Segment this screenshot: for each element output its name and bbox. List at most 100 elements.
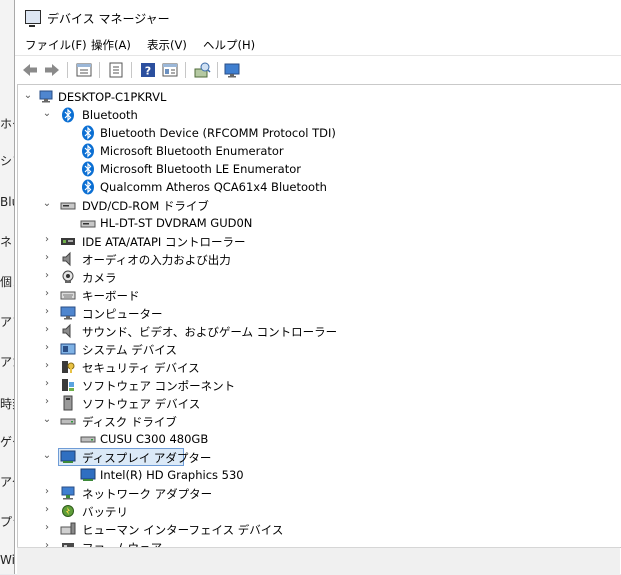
chevron-right-icon[interactable]: ›: [42, 325, 52, 335]
computer-icon: [60, 306, 76, 320]
camera-icon: [62, 270, 74, 283]
tree-node[interactable]: › バッテリ: [18, 502, 618, 520]
chevron-right-icon[interactable]: ›: [42, 343, 52, 353]
window-title: デバイス マネージャー: [47, 12, 170, 26]
scan-hardware-icon[interactable]: [193, 61, 211, 79]
tree-root-label: DESKTOP-C1PKRVL: [58, 90, 167, 104]
tree-node[interactable]: › キーボード: [18, 286, 618, 304]
chevron-down-icon[interactable]: ⌄: [42, 199, 52, 209]
monitor-icon[interactable]: [223, 61, 241, 79]
tree-leaf[interactable]: Microsoft Bluetooth LE Enumerator: [18, 160, 618, 178]
dvd-drive-icon: [80, 220, 96, 228]
tree-leaf-label: Qualcomm Atheros QCA61x4 Bluetooth: [100, 180, 327, 194]
tree-node-label: ヒューマン インターフェイス デバイス: [82, 523, 284, 537]
tree-leaf-label: Bluetooth Device (RFCOMM Protocol TDI): [100, 126, 336, 140]
update-driver-icon[interactable]: [107, 61, 125, 79]
menu-help[interactable]: ヘルプ(H): [203, 37, 255, 53]
tree-node[interactable]: › ソフトウェア コンポーネント: [18, 376, 618, 394]
tree-node[interactable]: › セキュリティ デバイス: [18, 358, 618, 376]
security-device-icon: [62, 361, 75, 373]
toolbar-separator: [217, 62, 218, 78]
tree-leaf[interactable]: Qualcomm Atheros QCA61x4 Bluetooth: [18, 178, 618, 196]
tree-node-selected[interactable]: ⌄ ディスプレイ アダプター: [18, 448, 618, 466]
title-bar[interactable]: デバイス マネージャー: [15, 0, 621, 34]
tree-node-label: ディスク ドライブ: [82, 415, 177, 429]
tree-node[interactable]: › IDE ATA/ATAPI コントローラー: [18, 232, 618, 250]
tree-node-label: DVD/CD-ROM ドライブ: [82, 199, 209, 213]
speaker-icon: [62, 251, 71, 267]
tree-node[interactable]: ⌄ DVD/CD-ROM ドライブ: [18, 196, 618, 214]
tree-leaf[interactable]: Intel(R) HD Graphics 530: [18, 466, 618, 484]
chevron-right-icon[interactable]: ›: [42, 271, 52, 281]
tree-node-label: キーボード: [82, 289, 140, 303]
tree-node[interactable]: › ネットワーク アダプター: [18, 484, 618, 502]
chevron-down-icon[interactable]: ⌄: [23, 91, 33, 101]
help-icon[interactable]: ?: [139, 61, 157, 79]
bluetooth-icon: [82, 161, 94, 177]
properties-icon[interactable]: [75, 61, 93, 79]
software-device-icon: [63, 395, 73, 411]
chevron-right-icon[interactable]: ›: [42, 379, 52, 389]
back-arrow-icon[interactable]: [21, 61, 39, 79]
ide-controller-icon: [61, 238, 75, 245]
chevron-right-icon[interactable]: ›: [42, 523, 52, 533]
tree-leaf[interactable]: Bluetooth Device (RFCOMM Protocol TDI): [18, 124, 618, 142]
tree-node[interactable]: › ヒューマン インターフェイス デバイス: [18, 520, 618, 538]
tree-node[interactable]: ⌄ Bluetooth: [18, 106, 618, 124]
bg-label: Wi: [0, 553, 15, 567]
chevron-down-icon[interactable]: ⌄: [42, 451, 52, 461]
toolbar: ?: [15, 55, 621, 84]
bluetooth-icon: [82, 179, 94, 195]
tree-node-label: サウンド、ビデオ、およびゲーム コントローラー: [82, 325, 338, 339]
display-adapter-icon: [60, 450, 76, 463]
chevron-right-icon[interactable]: ›: [42, 361, 52, 371]
bluetooth-icon: [62, 107, 74, 123]
chevron-right-icon[interactable]: ›: [42, 487, 52, 497]
tree-root[interactable]: ⌄ DESKTOP-C1PKRVL: [18, 88, 618, 106]
display-adapter-icon: [80, 468, 96, 481]
chevron-right-icon[interactable]: ›: [42, 397, 52, 407]
software-component-icon: [62, 379, 74, 391]
tree-node-label: カメラ: [82, 271, 117, 285]
tree-node[interactable]: › ソフトウェア デバイス: [18, 394, 618, 412]
chevron-down-icon[interactable]: ⌄: [42, 109, 52, 119]
tree-node-label: IDE ATA/ATAPI コントローラー: [82, 235, 246, 249]
horizontal-scrollbar[interactable]: [17, 547, 620, 575]
tree-node[interactable]: › サウンド、ビデオ、およびゲーム コントローラー: [18, 322, 618, 340]
tree-node-label: Bluetooth: [82, 108, 138, 122]
toolbar-separator: [131, 62, 132, 78]
tree-node[interactable]: › コンピューター: [18, 304, 618, 322]
view-icon[interactable]: [161, 61, 179, 79]
toolbar-separator: [67, 62, 68, 78]
tree-node-label: ネットワーク アダプター: [82, 487, 213, 501]
chevron-right-icon[interactable]: ›: [42, 253, 52, 263]
device-tree[interactable]: ⌄ DESKTOP-C1PKRVL ⌄ Bluetooth Bluetooth …: [17, 84, 621, 548]
tree-leaf-label: Microsoft Bluetooth Enumerator: [100, 144, 284, 158]
tree-leaf[interactable]: Microsoft Bluetooth Enumerator: [18, 142, 618, 160]
dvd-drive-icon: [60, 202, 76, 210]
tree-leaf[interactable]: CUSU C300 480GB: [18, 430, 618, 448]
chevron-down-icon[interactable]: ⌄: [42, 415, 52, 425]
tree-node-label: バッテリ: [82, 505, 128, 519]
chevron-right-icon[interactable]: ›: [42, 505, 52, 515]
menu-bar: ファイル(F) 操作(A) 表示(V) ヘルプ(H): [15, 34, 621, 54]
chevron-right-icon[interactable]: ›: [42, 289, 52, 299]
tree-leaf[interactable]: HL-DT-ST DVDRAM GUD0N: [18, 214, 618, 232]
forward-arrow-icon[interactable]: [43, 61, 61, 79]
chevron-right-icon[interactable]: ›: [42, 307, 52, 317]
tree-node-label: ソフトウェア コンポーネント: [82, 379, 236, 393]
tree-leaf-label: HL-DT-ST DVDRAM GUD0N: [100, 216, 253, 230]
tree-leaf-label: CUSU C300 480GB: [100, 432, 209, 446]
tree-node[interactable]: ⌄ ディスク ドライブ: [18, 412, 618, 430]
tree-node[interactable]: › システム デバイス: [18, 340, 618, 358]
chevron-right-icon[interactable]: ›: [42, 235, 52, 245]
tree-node[interactable]: › オーディオの入力および出力: [18, 250, 618, 268]
tree-leaf-label: Intel(R) HD Graphics 530: [100, 468, 244, 482]
menu-file[interactable]: ファイル(F): [25, 37, 87, 53]
tree-node-label: コンピューター: [82, 307, 163, 321]
tree-leaf-label: Microsoft Bluetooth LE Enumerator: [100, 162, 301, 176]
svg-text:?: ?: [145, 65, 151, 78]
menu-view[interactable]: 表示(V): [147, 37, 187, 53]
tree-node[interactable]: › カメラ: [18, 268, 618, 286]
menu-action[interactable]: 操作(A): [91, 37, 131, 53]
